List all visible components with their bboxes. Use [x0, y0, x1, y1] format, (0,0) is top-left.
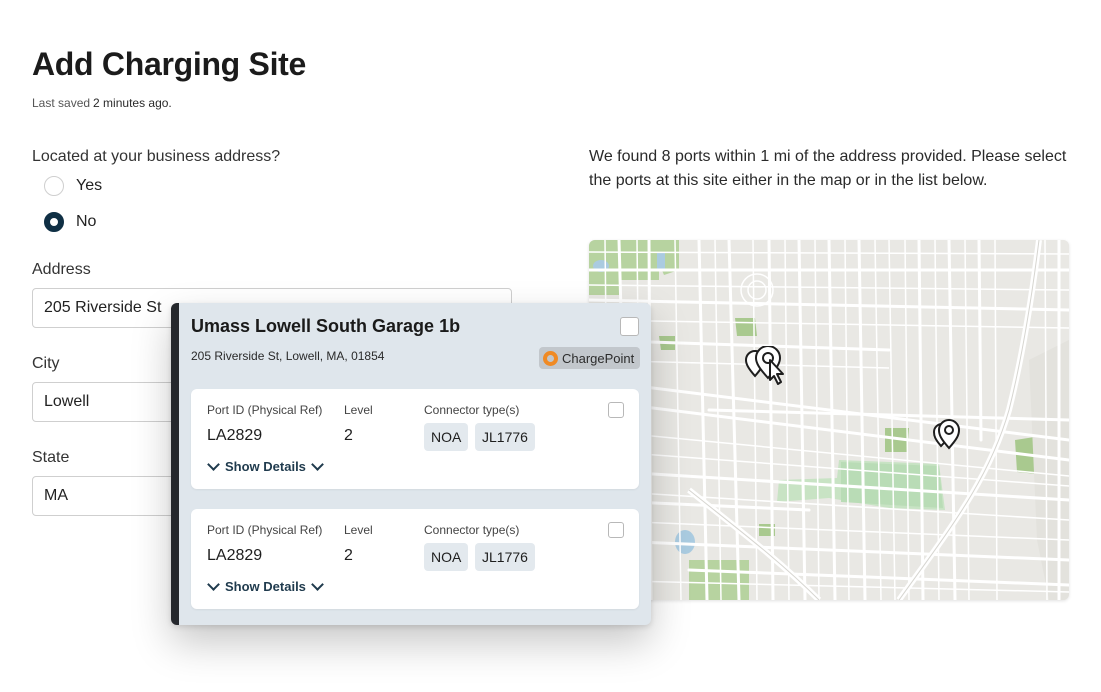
page-title: Add Charging Site	[32, 46, 307, 82]
show-details-label: Show Details	[225, 579, 306, 594]
radio-no-label: No	[76, 213, 97, 230]
radio-no[interactable]: No	[44, 212, 96, 232]
chevron-down-icon	[311, 578, 324, 591]
site-name: Umass Lowell South Garage 1b	[191, 316, 461, 336]
connector-tag: NOA	[424, 423, 469, 451]
site-address: 205 Riverside St, Lowell, MA, 01854	[191, 349, 385, 363]
site-card[interactable]: Umass Lowell South Garage 1b 205 Riversi…	[171, 303, 651, 625]
level-label: Level	[344, 403, 373, 417]
show-details-label: Show Details	[225, 459, 306, 474]
port-checkbox[interactable]	[608, 402, 624, 418]
last-saved-label: Last saved	[32, 96, 91, 110]
connector-tag: NOA	[424, 543, 469, 571]
state-label: State	[32, 449, 70, 466]
port-id-label: Port ID (Physical Ref)	[207, 403, 323, 417]
network-badge: ChargePoint	[539, 347, 641, 369]
site-map[interactable]	[589, 240, 1069, 600]
chevron-down-icon	[207, 578, 220, 591]
level-value: 2	[344, 427, 353, 444]
port-id-label: Port ID (Physical Ref)	[207, 523, 323, 537]
city-label: City	[32, 355, 60, 372]
port-item[interactable]: Port ID (Physical Ref) Level Connector t…	[191, 509, 639, 609]
level-value: 2	[344, 547, 353, 564]
chargepoint-logo-icon	[543, 350, 558, 366]
port-item[interactable]: Port ID (Physical Ref) Level Connector t…	[191, 389, 639, 489]
map-graphic	[589, 240, 1069, 600]
connector-tag: JL1776	[475, 423, 535, 451]
level-label: Level	[344, 523, 373, 537]
map-pin-icon[interactable]	[931, 418, 965, 452]
radio-no-control[interactable]	[44, 212, 64, 232]
port-id-value: LA2829	[207, 427, 263, 444]
business-address-question: Located at your business address?	[32, 148, 281, 165]
port-checkbox[interactable]	[608, 522, 624, 538]
network-name: ChargePoint	[562, 350, 635, 366]
radio-yes-control[interactable]	[44, 176, 64, 196]
connector-label: Connector type(s)	[424, 523, 520, 537]
map-pin-icon[interactable]	[743, 346, 789, 386]
last-saved: Last saved 2 minutes ago.	[32, 96, 172, 110]
port-id-value: LA2829	[207, 547, 263, 564]
site-checkbox[interactable]	[620, 317, 639, 336]
radio-yes-label: Yes	[76, 177, 103, 194]
chevron-down-icon	[311, 458, 324, 471]
chevron-down-icon	[207, 458, 220, 471]
address-label: Address	[32, 261, 91, 278]
connector-label: Connector type(s)	[424, 403, 520, 417]
radio-yes[interactable]: Yes	[44, 176, 102, 196]
last-saved-value: 2 minutes ago.	[93, 96, 172, 110]
show-details-button[interactable]: Show Details	[207, 458, 324, 474]
connector-tag: JL1776	[475, 543, 535, 571]
ports-found-message: We found 8 ports within 1 mi of the addr…	[589, 148, 1067, 189]
show-details-button[interactable]: Show Details	[207, 578, 324, 594]
